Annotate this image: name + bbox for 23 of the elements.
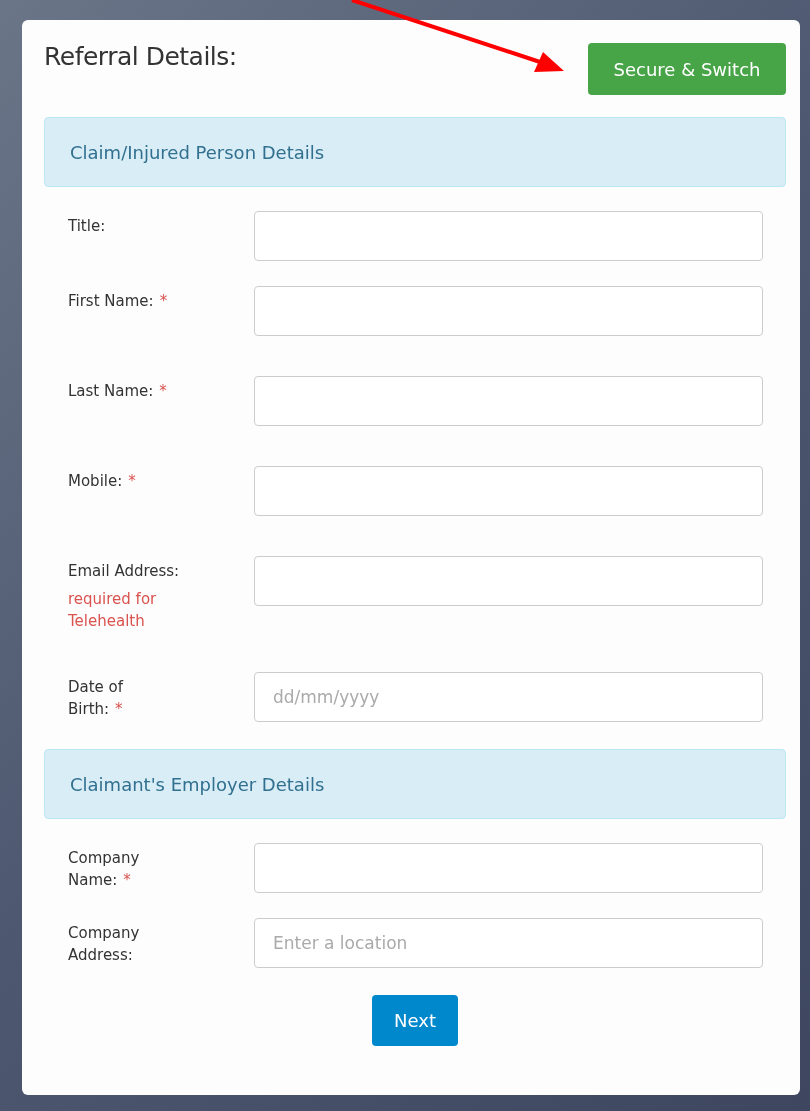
input-field[interactable]: [254, 556, 763, 606]
input-field[interactable]: [254, 286, 763, 336]
field-label: Mobile: *: [68, 471, 136, 492]
field-label: Company Address:: [68, 923, 140, 966]
input-field[interactable]: [254, 843, 763, 893]
page-title: Referral Details:: [44, 42, 237, 71]
section-header: Claimant's Employer Details: [44, 749, 786, 819]
arrow-icon: [350, 0, 565, 73]
field-label: Company Name: *: [68, 848, 140, 891]
input-field[interactable]: [254, 211, 763, 261]
field-label: First Name: *: [68, 291, 168, 312]
field-label: Title:: [68, 216, 106, 237]
field-note: required for Telehealth: [68, 589, 158, 632]
field-label: Last Name: *: [68, 381, 167, 402]
field-label: Date of Birth: *: [68, 677, 124, 720]
secure-switch-button[interactable]: Secure & Switch: [588, 43, 786, 95]
input-field[interactable]: dd/mm/yyyy: [254, 672, 763, 722]
section-header: Claim/Injured Person Details: [44, 117, 786, 187]
field-label: Email Address:: [68, 561, 180, 582]
input-field[interactable]: [254, 466, 763, 516]
next-button[interactable]: Next: [372, 995, 458, 1046]
input-field[interactable]: Enter a location: [254, 918, 763, 968]
input-field[interactable]: [254, 376, 763, 426]
